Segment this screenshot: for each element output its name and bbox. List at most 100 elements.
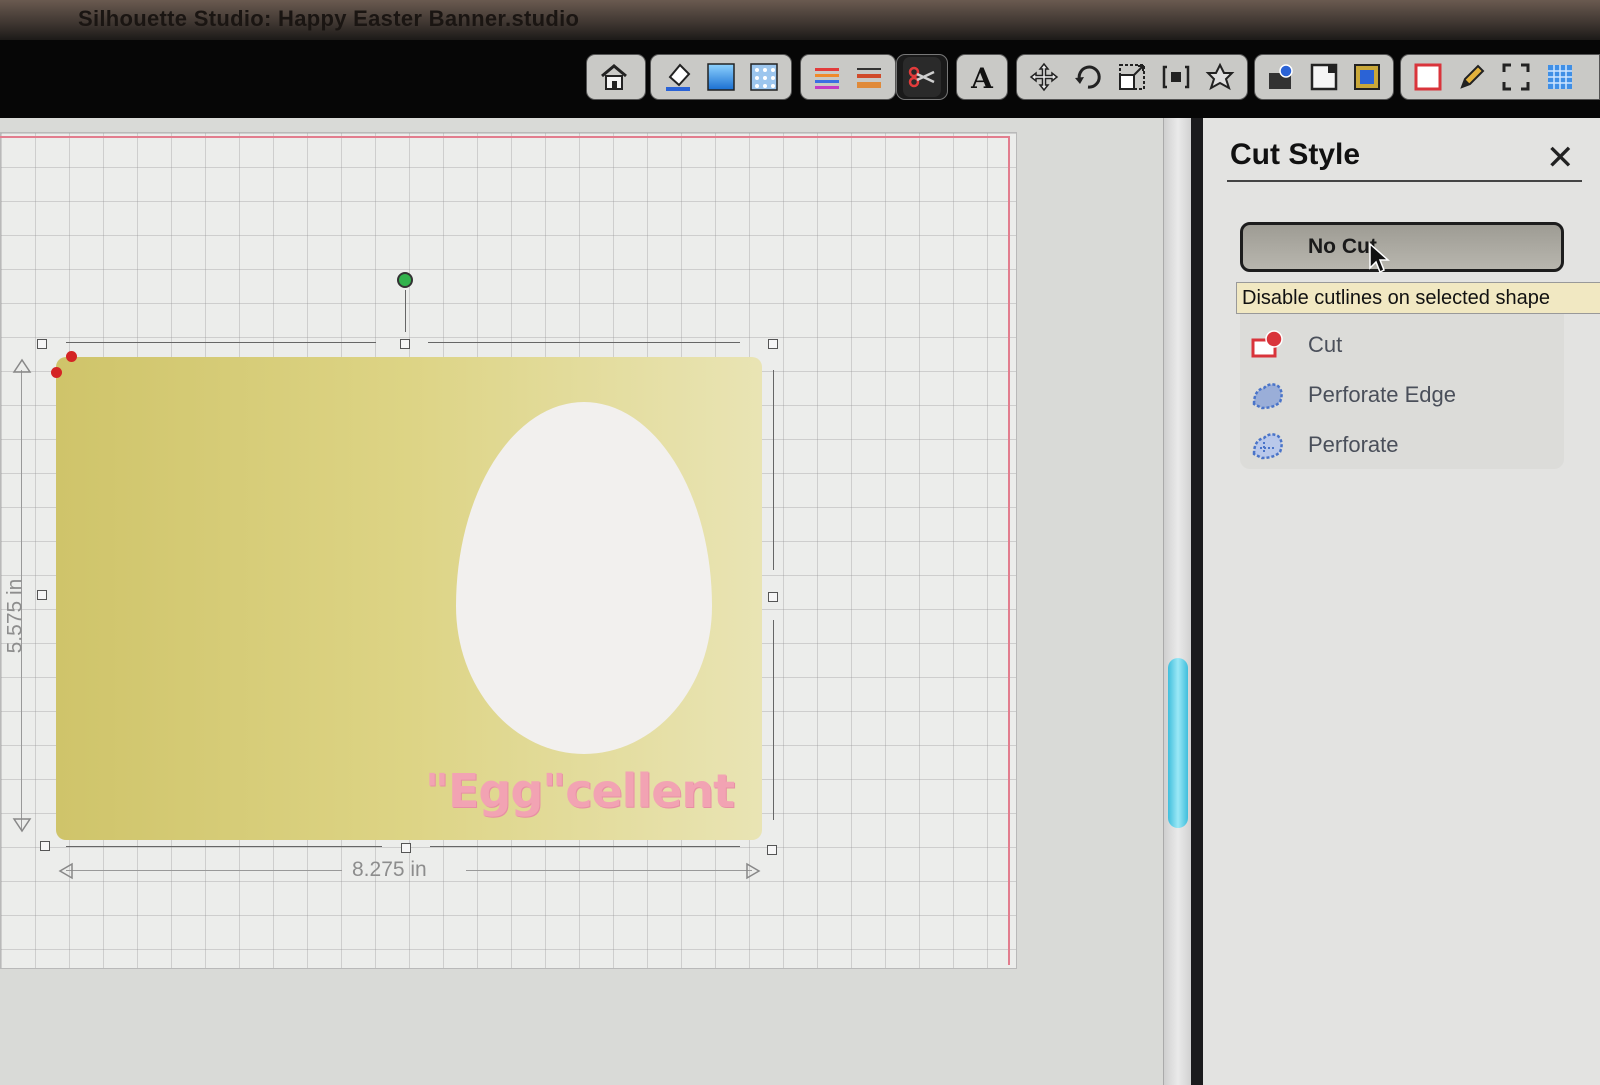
- fullscreen-button[interactable]: [1495, 57, 1537, 97]
- print-button[interactable]: [1304, 57, 1345, 97]
- scale-icon: [1119, 64, 1145, 90]
- grid-icon: [1548, 65, 1572, 89]
- replicate-icon: [1162, 65, 1190, 89]
- vertical-scrollbar[interactable]: [1163, 118, 1192, 1085]
- rotate-icon: [1075, 65, 1101, 89]
- window-title: Silhouette Studio: Happy Easter Banner.s…: [78, 6, 580, 31]
- handle-bottom-right[interactable]: [767, 845, 777, 855]
- arrow-right-icon: [746, 862, 761, 880]
- handle-bottom[interactable]: [401, 843, 411, 853]
- option-label: Perforate: [1308, 432, 1399, 457]
- toolbar-group-text: A: [956, 54, 1008, 100]
- home-icon: [601, 64, 627, 90]
- fill-gradient-icon: [707, 63, 735, 91]
- fill-pattern-button[interactable]: [744, 57, 785, 97]
- trace-button[interactable]: [1346, 57, 1387, 97]
- option-perforate[interactable]: Perforate: [1240, 422, 1564, 468]
- corner-point[interactable]: [66, 351, 77, 362]
- rotate-stem: [405, 290, 406, 332]
- no-cut-button[interactable]: No Cut: [1240, 222, 1564, 272]
- tooltip: Disable cutlines on selected shape: [1236, 282, 1600, 314]
- line-style-icon: [857, 68, 881, 88]
- width-dimension-line: [466, 870, 752, 871]
- fill-color-icon: [665, 63, 691, 91]
- cut-settings-icon: [1414, 63, 1442, 91]
- width-label: 8.275 in: [352, 858, 427, 881]
- arrow-left-icon: [58, 862, 73, 880]
- selection-line-bottom: [66, 846, 382, 847]
- selection-line-top: [428, 342, 740, 343]
- line-style-button[interactable]: [849, 57, 889, 97]
- handle-top-right[interactable]: [768, 339, 778, 349]
- title-bar: Silhouette Studio: Happy Easter Banner.s…: [0, 0, 1600, 40]
- selection-line-right: [773, 620, 774, 820]
- grid-button[interactable]: [1539, 57, 1581, 97]
- move-button[interactable]: [1023, 57, 1065, 97]
- toolbar-group-home: [586, 54, 646, 100]
- width-dimension-line: [66, 870, 342, 871]
- handle-left[interactable]: [37, 590, 47, 600]
- cut-style-icon: [908, 66, 935, 88]
- toolbar-group-line: [800, 54, 896, 100]
- fill-pattern-icon: [750, 63, 779, 91]
- banner-text[interactable]: "Egg"cellent: [425, 764, 735, 818]
- pencil-icon: [1460, 64, 1485, 89]
- fill-color-button[interactable]: [657, 57, 698, 97]
- scale-button[interactable]: [1111, 57, 1153, 97]
- fill-gradient-button[interactable]: [700, 57, 741, 97]
- toolbar-group-fill: [650, 54, 792, 100]
- panel-divider-rule: [1227, 180, 1582, 182]
- panel-divider[interactable]: [1191, 118, 1203, 1085]
- option-perforate-edge[interactable]: Perforate Edge: [1240, 372, 1564, 418]
- selection-line-right: [773, 370, 774, 570]
- home-button[interactable]: [593, 57, 635, 97]
- arrow-up-icon: [12, 358, 32, 373]
- cut-options-list: Cut Perforate Edge Perforate: [1240, 314, 1564, 469]
- close-icon[interactable]: ✕: [1546, 138, 1575, 178]
- scrollbar-thumb[interactable]: [1168, 658, 1188, 828]
- rotate-button[interactable]: [1067, 57, 1109, 97]
- cut-style-panel: Cut Style ✕ No Cut Cut Perforate Edge Pe…: [1203, 118, 1600, 1085]
- no-cut-label: No Cut: [1308, 235, 1377, 258]
- print-icon: [1310, 63, 1338, 91]
- line-color-icon: [815, 68, 839, 89]
- perforate-icon: [1252, 433, 1283, 460]
- pencil-button[interactable]: [1451, 57, 1493, 97]
- option-label: Perforate Edge: [1308, 382, 1456, 407]
- perforate-edge-icon: [1252, 383, 1283, 410]
- transform-icon: [1205, 62, 1235, 91]
- fullscreen-icon: [1502, 63, 1530, 91]
- option-label: Cut: [1308, 332, 1343, 357]
- toolbar: A: [0, 40, 1600, 118]
- line-color-button[interactable]: [807, 57, 847, 97]
- trace-icon: [1353, 64, 1380, 90]
- toolbar-group-cut: [896, 54, 948, 100]
- toolbar-group-send: [1400, 54, 1600, 100]
- handle-bottom-left[interactable]: [40, 841, 50, 851]
- move-icon: [1029, 62, 1059, 92]
- text-style-icon: A: [970, 62, 994, 93]
- handle-right[interactable]: [768, 592, 778, 602]
- handle-top-left[interactable]: [37, 339, 47, 349]
- cut-settings-button[interactable]: [1407, 57, 1449, 97]
- transform-button[interactable]: [1199, 57, 1241, 97]
- option-cut[interactable]: Cut: [1240, 322, 1564, 368]
- svg-text:A: A: [970, 62, 994, 93]
- toolbar-group-transform: [1016, 54, 1248, 100]
- mouse-cursor-icon: [1369, 242, 1390, 274]
- library-button[interactable]: [1261, 57, 1302, 97]
- cut-icon: [1251, 330, 1283, 358]
- replicate-button[interactable]: [1155, 57, 1197, 97]
- toolbar-group-panels: [1254, 54, 1394, 100]
- corner-point[interactable]: [51, 367, 62, 378]
- panel-title: Cut Style: [1230, 138, 1361, 171]
- selection-line-bottom: [430, 846, 740, 847]
- rotate-handle[interactable]: [397, 272, 413, 288]
- library-icon: [1269, 64, 1294, 89]
- handle-top[interactable]: [400, 339, 410, 349]
- selection-line-top: [66, 342, 376, 343]
- arrow-down-icon: [12, 818, 32, 833]
- height-label: 5.575 in: [3, 578, 27, 654]
- cut-style-button[interactable]: [903, 57, 941, 97]
- text-style-button[interactable]: A: [963, 57, 1001, 97]
